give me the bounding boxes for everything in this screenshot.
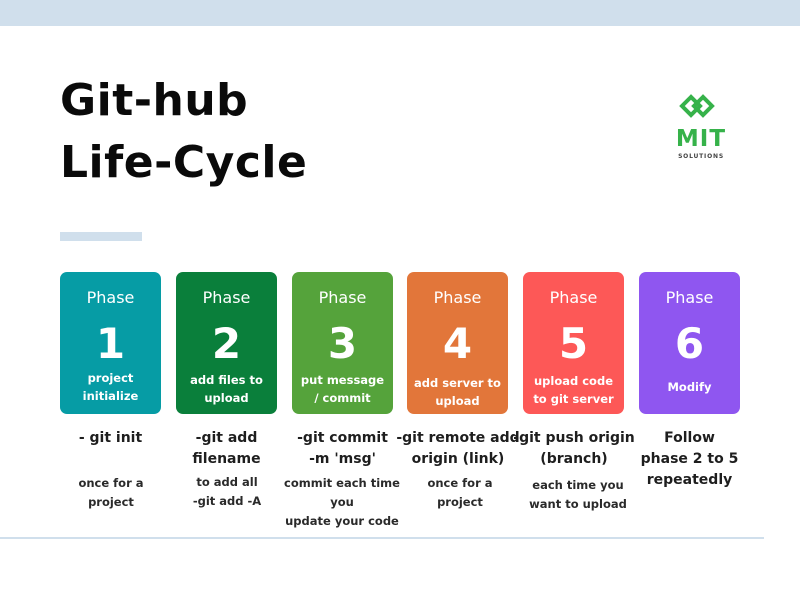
phase-card-1: Phase 1 project initialize xyxy=(60,272,161,414)
phase-number: 1 xyxy=(95,319,126,368)
phase-5-note: each time you want to upload xyxy=(508,476,648,514)
phase-1-command: - git init xyxy=(48,428,173,449)
phase-desc-line: project xyxy=(87,371,134,385)
phase-desc: add files to upload xyxy=(180,371,273,407)
phase-label: Phase xyxy=(549,288,598,307)
note-line: want to upload xyxy=(529,497,627,511)
phase-card-4: Phase 4 add server to upload xyxy=(407,272,508,414)
phase-card-6: Phase 6 Modify xyxy=(639,272,740,414)
phase-desc-line: add server to xyxy=(414,376,501,390)
phase-desc-line: / commit xyxy=(314,391,371,405)
command-line: - git init xyxy=(78,430,143,446)
command-line: -git remote add xyxy=(396,430,520,446)
bottom-divider xyxy=(0,537,764,539)
phase-label: Phase xyxy=(318,288,367,307)
phase-desc-line: add files to xyxy=(190,373,263,387)
phase-desc: Modify xyxy=(643,378,736,396)
logo-mark-icon xyxy=(679,94,715,118)
phase-desc-line: upload xyxy=(204,391,249,405)
phase-label: Phase xyxy=(433,288,482,307)
phase-2-command: -git add filename xyxy=(164,428,289,470)
command-line: -m 'msg' xyxy=(309,451,376,467)
phase-4-command: -git remote add origin (link) xyxy=(393,428,523,470)
phase-desc-line: upload xyxy=(435,394,480,408)
command-line: -git add xyxy=(195,430,258,446)
phase-desc: put message / commit xyxy=(296,371,389,407)
phase-label: Phase xyxy=(202,288,251,307)
phase-5-command: -git push origin (branch) xyxy=(509,428,639,470)
phase-desc-line: to git server xyxy=(533,392,614,406)
page-title: Git-hub Life-Cycle xyxy=(60,70,307,194)
command-line: filename xyxy=(192,451,261,467)
phase-number: 6 xyxy=(674,319,705,368)
phase-number: 5 xyxy=(558,319,589,368)
command-line: (branch) xyxy=(540,451,608,467)
command-line: -git push origin xyxy=(513,430,635,446)
phase-desc: add server to upload xyxy=(411,374,504,410)
logo-text: MIT xyxy=(675,126,727,152)
top-band xyxy=(0,0,800,26)
note-line: each time you xyxy=(532,478,624,492)
phase-label: Phase xyxy=(665,288,714,307)
title-line-2: Life-Cycle xyxy=(60,137,308,188)
phase-3-command: -git commit -m 'msg' xyxy=(280,428,405,470)
title-line-1: Git-hub xyxy=(60,75,249,126)
phase-number: 2 xyxy=(211,319,242,368)
phase-desc-line: upload code xyxy=(533,374,613,388)
phase-label: Phase xyxy=(86,288,135,307)
command-line: -git commit xyxy=(297,430,388,446)
phase-desc-line: initialize xyxy=(82,389,139,403)
phase-desc: project initialize xyxy=(64,369,157,405)
command-line: Follow xyxy=(664,430,715,446)
phase-card-3: Phase 3 put message / commit xyxy=(292,272,393,414)
phase-card-5: Phase 5 upload code to git server xyxy=(523,272,624,414)
mit-solutions-logo: MIT SOLUTIONS xyxy=(668,90,734,170)
phase-number: 4 xyxy=(442,319,473,368)
phase-desc: upload code to git server xyxy=(527,372,620,408)
logo-subtext: SOLUTIONS xyxy=(678,153,724,160)
phase-card-2: Phase 2 add files to upload xyxy=(176,272,277,414)
phase-desc-line: Modify xyxy=(667,380,712,394)
note-line: update your code xyxy=(285,514,399,528)
phase-desc-line: put message xyxy=(300,373,385,387)
command-line: phase 2 to 5 xyxy=(640,451,739,467)
title-accent-bar xyxy=(60,232,142,241)
command-line: origin (link) xyxy=(411,451,505,467)
phase-number: 3 xyxy=(327,319,358,368)
